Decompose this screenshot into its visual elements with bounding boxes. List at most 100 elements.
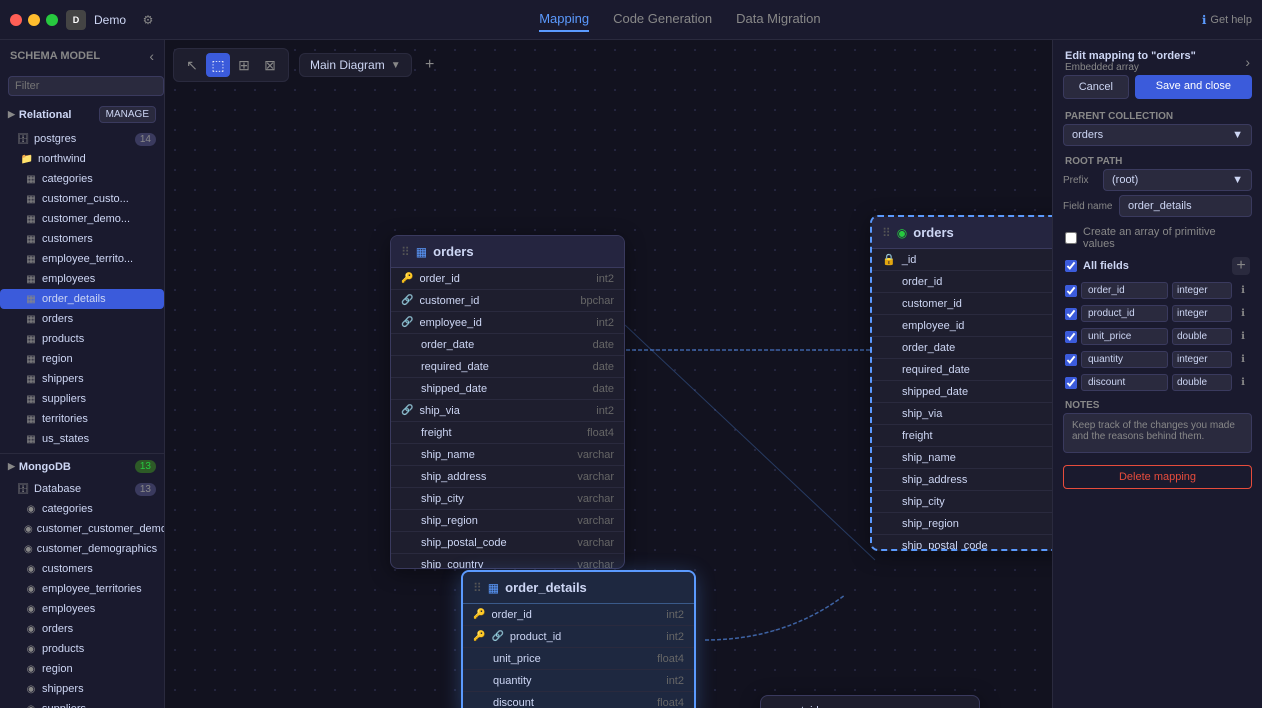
manage-button[interactable]: MANAGE [99,106,156,123]
field-checkbox-order-id[interactable] [1065,285,1077,297]
tab-data-migration[interactable]: Data Migration [736,7,821,32]
field-name-unit-price[interactable]: unit_price [1081,328,1168,345]
sidebar-item-mg-cust-demo[interactable]: ◉ customer_demographics [0,539,164,559]
sidebar-item-mg-suppliers[interactable]: ◉ suppliers [0,699,164,708]
field-type-order-id[interactable]: integer [1172,282,1232,299]
rp-action-buttons: Cancel Save and close [1053,75,1262,107]
orders-table-left-name: orders [433,244,473,259]
field-checkbox-unit-price[interactable] [1065,331,1077,343]
diagram-selector[interactable]: Main Diagram ▼ [299,53,412,77]
pointer-tool[interactable]: ↖ [180,53,204,77]
delete-mapping-button[interactable]: Delete mapping [1063,465,1252,489]
cancel-button[interactable]: Cancel [1063,75,1129,99]
sidebar-item-employee-terr[interactable]: ▦ employee_territo... [0,249,164,269]
sidebar-item-customer-custo[interactable]: ▦ customer_custo... [0,189,164,209]
sidebar-item-mg-categories[interactable]: ◉ categories [0,499,164,519]
field-type-unit-price[interactable]: double [1172,328,1232,345]
field-name-quantity[interactable]: quantity [1081,351,1168,368]
sidebar-item-mg-region[interactable]: ◉ region [0,659,164,679]
field-name-product-id[interactable]: product_id [1081,305,1168,322]
info-icon[interactable]: ℹ [1236,353,1250,367]
sidebar-item-shippers[interactable]: ▦ shippers [0,369,164,389]
add-field-button[interactable]: + [1232,257,1250,275]
minimize-button[interactable] [28,14,40,26]
field-row-quantity: quantity integer ℹ [1053,348,1262,371]
orders-right-header[interactable]: ⠿ ◉ orders [872,217,1052,249]
primitive-values-checkbox[interactable] [1065,232,1077,244]
primitive-values-label: Create an array of primitive values [1083,226,1250,250]
sidebar-item-mongodb-db[interactable]: 🗄 Database 13 [0,479,164,499]
folder-icon: 📁 [20,152,34,166]
notes-label: Notes [1053,394,1262,413]
relational-section-header: ▶ Relational MANAGE [0,100,164,129]
field-name-input[interactable] [1119,195,1252,217]
add-diagram-button[interactable]: + [418,53,442,77]
sidebar-item-mg-products[interactable]: ◉ products [0,639,164,659]
sidebar-item-mg-customers[interactable]: ◉ customers [0,559,164,579]
order-details-header[interactable]: ⠿ ▦ order_details [463,572,694,604]
sidebar-item-suppliers[interactable]: ▦ suppliers [0,389,164,409]
collection-icon: ◉ [897,226,907,240]
notes-textarea[interactable]: Keep track of the changes you made and t… [1063,413,1252,453]
relational-chevron[interactable]: ▶ [8,109,15,120]
field-name-order-id[interactable]: order_id [1081,282,1168,299]
partial-card-bottom: t_id eger [760,695,980,708]
table-icon: ▦ [24,192,38,206]
prefix-select[interactable]: (root) ▼ [1103,169,1252,191]
field-type-product-id[interactable]: integer [1172,305,1232,322]
table-row: ship_name string [872,447,1052,469]
table-icon: ▦ [24,292,38,306]
sidebar-item-postgres[interactable]: 🗄 postgres 14 [0,129,164,149]
rp-collapse-icon[interactable]: › [1245,54,1250,70]
field-checkbox-product-id[interactable] [1065,308,1077,320]
orders-table-left-header[interactable]: ⠿ ▦ orders [391,236,624,268]
info-icon[interactable]: ℹ [1236,376,1250,390]
layout-tool[interactable]: ⊞ [232,53,256,77]
filter-input[interactable] [8,76,164,96]
save-close-button[interactable]: Save and close [1135,75,1252,99]
tab-code-generation[interactable]: Code Generation [613,7,712,32]
sidebar-item-order-details[interactable]: ▦ order_details [0,289,164,309]
sidebar-item-employees[interactable]: ▦ employees [0,269,164,289]
field-name-discount[interactable]: discount [1081,374,1168,391]
all-fields-checkbox[interactable] [1065,260,1077,272]
table-row: unit_price float4 [463,648,694,670]
table-row: ship_via integer [872,403,1052,425]
parent-collection-select[interactable]: orders ▼ [1063,124,1252,146]
mongodb-chevron[interactable]: ▶ [8,461,15,472]
field-type-discount[interactable]: double [1172,374,1232,391]
sidebar-item-mg-orders[interactable]: ◉ orders [0,619,164,639]
sidebar-item-mg-shippers[interactable]: ◉ shippers [0,679,164,699]
fullscreen-button[interactable] [46,14,58,26]
field-type-quantity[interactable]: integer [1172,351,1232,368]
sidebar-item-customer-demo[interactable]: ▦ customer_demo... [0,209,164,229]
sidebar-collapse-icon[interactable]: ‹ [149,48,154,64]
close-button[interactable] [10,14,22,26]
field-checkbox-quantity[interactable] [1065,354,1077,366]
table-row: freight double [872,425,1052,447]
sidebar-item-categories[interactable]: ▦ categories [0,169,164,189]
rp-title: Edit mapping to "orders" [1065,50,1196,62]
sidebar-item-mg-employees[interactable]: ◉ employees [0,599,164,619]
select-tool[interactable]: ⬚ [206,53,230,77]
table-icon: ▦ [24,232,38,246]
sidebar-item-region[interactable]: ▦ region [0,349,164,369]
app-name: Demo [94,13,126,27]
info-icon[interactable]: ℹ [1236,330,1250,344]
sidebar-item-mg-cust-cust[interactable]: ◉ customer_customer_demo [0,519,164,539]
order-details-body: 🔑 order_id int2 🔑 🔗 product_id int2 unit… [463,604,694,708]
info-icon[interactable]: ℹ [1236,307,1250,321]
help-button[interactable]: ℹ Get help [1202,13,1252,27]
sidebar-item-northwind[interactable]: 📁 northwind [0,149,164,169]
sidebar-item-territories[interactable]: ▦ territories [0,409,164,429]
tab-mapping[interactable]: Mapping [539,7,589,32]
zoom-tool[interactable]: ⊠ [258,53,282,77]
gear-icon[interactable]: ⚙ [138,10,158,30]
sidebar-item-mg-emp-terr[interactable]: ◉ employee_territories [0,579,164,599]
sidebar-item-us-states[interactable]: ▦ us_states [0,429,164,449]
sidebar-item-orders[interactable]: ▦ orders [0,309,164,329]
field-checkbox-discount[interactable] [1065,377,1077,389]
info-icon[interactable]: ℹ [1236,284,1250,298]
sidebar-item-customers[interactable]: ▦ customers [0,229,164,249]
sidebar-item-products[interactable]: ▦ products [0,329,164,349]
